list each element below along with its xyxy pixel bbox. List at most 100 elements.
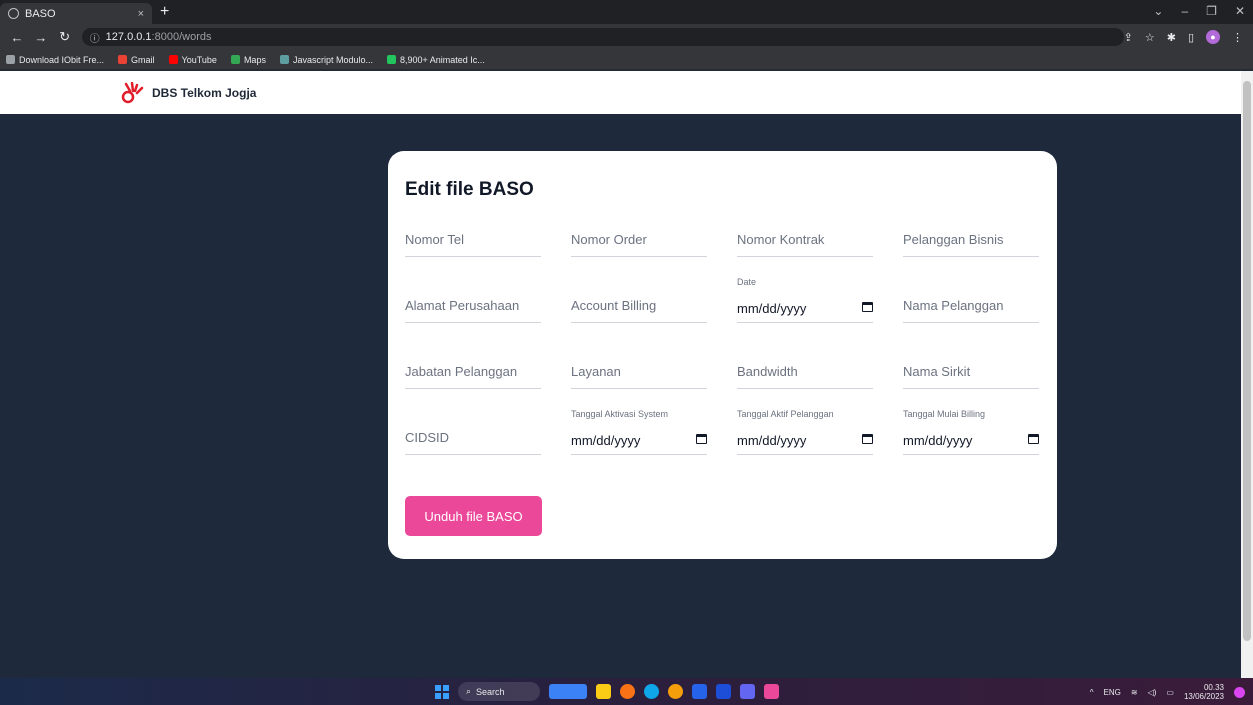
- share-icon[interactable]: ⇪: [1124, 31, 1133, 44]
- app-icon[interactable]: [740, 684, 755, 699]
- bookmark-item[interactable]: YouTube: [168, 55, 217, 65]
- date-value: mm/dd/yyyy: [737, 433, 807, 448]
- url-path: :8000/words: [151, 31, 212, 43]
- scrollbar-thumb[interactable]: [1243, 81, 1251, 641]
- chrome-icon[interactable]: [668, 684, 683, 699]
- pelanggan-bisnis-field[interactable]: Pelanggan Bisnis: [903, 221, 1039, 257]
- word-icon[interactable]: [716, 684, 731, 699]
- bookmark-item[interactable]: Download IObit Fre...: [6, 55, 104, 65]
- globe-icon: [8, 8, 19, 19]
- tab-search-icon[interactable]: ⌄: [1153, 4, 1163, 18]
- new-tab-button[interactable]: +: [160, 3, 169, 21]
- brand-name[interactable]: DBS Telkom Jogja: [152, 86, 256, 100]
- bookmark-star-icon[interactable]: ☆: [1145, 31, 1155, 44]
- minimize-icon[interactable]: –: [1181, 4, 1188, 18]
- bookmark-label: Gmail: [131, 54, 155, 65]
- bookmark-item[interactable]: 8,900+ Animated Ic...: [387, 55, 485, 65]
- site-info-icon[interactable]: ⓘ: [90, 30, 100, 45]
- tray-chevron-icon[interactable]: ^: [1090, 688, 1094, 697]
- browser-tab[interactable]: BASO ×: [0, 3, 152, 24]
- app-icon[interactable]: [764, 684, 779, 699]
- nomor-order-field[interactable]: Nomor Order: [571, 221, 707, 257]
- bookmark-item[interactable]: Maps: [230, 55, 266, 65]
- extensions-icon[interactable]: ✱: [1167, 31, 1176, 44]
- gmail-icon: [118, 55, 128, 64]
- tanggal-billing-field[interactable]: Tanggal Mulai Billing mm/dd/yyyy: [903, 409, 1039, 455]
- taskbar-search[interactable]: ⌕ Search: [458, 682, 540, 701]
- tanggal-aktivasi-field[interactable]: Tanggal Aktivasi System mm/dd/yyyy: [571, 409, 707, 455]
- field-placeholder: Nama Pelanggan: [903, 298, 1004, 313]
- menu-icon[interactable]: ⋮: [1232, 31, 1243, 44]
- jabatan-pelanggan-field[interactable]: Jabatan Pelanggan: [405, 353, 541, 389]
- bookmark-icon: [6, 55, 15, 64]
- bookmark-label: 8,900+ Animated Ic...: [400, 54, 485, 65]
- layanan-field[interactable]: Layanan: [571, 353, 707, 389]
- field-placeholder: Bandwidth: [737, 364, 798, 379]
- address-bar[interactable]: ⓘ 127.0.0.1 :8000/words: [81, 28, 1124, 46]
- calendar-icon[interactable]: [862, 302, 873, 312]
- field-placeholder: Alamat Perusahaan: [405, 298, 520, 313]
- field-placeholder: Jabatan Pelanggan: [405, 364, 518, 379]
- cidsid-field[interactable]: CIDSID: [405, 419, 541, 455]
- calendar-icon[interactable]: [696, 434, 707, 444]
- tab-title: BASO: [25, 7, 56, 20]
- youtube-icon: [168, 55, 178, 64]
- battery-icon[interactable]: ▭: [1166, 688, 1174, 697]
- vscode-icon[interactable]: [692, 684, 707, 699]
- account-billing-field[interactable]: Account Billing: [571, 287, 707, 323]
- tanggal-aktif-field[interactable]: Tanggal Aktif Pelanggan mm/dd/yyyy: [737, 409, 873, 455]
- field-placeholder: Layanan: [571, 364, 621, 379]
- date-value: mm/dd/yyyy: [903, 433, 973, 448]
- maps-icon: [230, 55, 240, 64]
- date-field[interactable]: Date mm/dd/yyyy: [737, 277, 873, 323]
- reload-icon[interactable]: ↻: [58, 29, 72, 45]
- restore-icon[interactable]: ❐: [1206, 4, 1217, 18]
- download-baso-button[interactable]: Unduh file BASO: [405, 496, 542, 536]
- nama-pelanggan-field[interactable]: Nama Pelanggan: [903, 287, 1039, 323]
- notification-icon[interactable]: [1234, 686, 1245, 698]
- app-header: DBS Telkom Jogja: [0, 71, 1241, 114]
- bookmark-item[interactable]: Gmail: [118, 55, 155, 65]
- field-label: Date: [737, 277, 757, 287]
- windows-start-icon[interactable]: [435, 684, 449, 699]
- close-window-icon[interactable]: ✕: [1235, 4, 1245, 18]
- nomor-tel-field[interactable]: Nomor Tel: [405, 221, 541, 257]
- firefox-icon[interactable]: [620, 684, 635, 699]
- calendar-icon[interactable]: [862, 434, 873, 444]
- back-icon[interactable]: ←: [10, 30, 24, 45]
- edge-icon[interactable]: [644, 684, 659, 699]
- date-value: mm/dd/yyyy: [737, 301, 807, 316]
- sidepanel-icon[interactable]: ▯: [1188, 31, 1194, 44]
- calendar-icon[interactable]: [1028, 434, 1039, 444]
- javascript-icon: [279, 55, 289, 64]
- profile-avatar[interactable]: ●: [1206, 30, 1220, 44]
- bookmark-label: Javascript Modulo...: [292, 54, 373, 65]
- windows-taskbar: ⌕ Search ^ ENG ≋ ◁) ▭ 00.33 13/06/2023: [0, 678, 1253, 705]
- window-controls: ⌄ – ❐ ✕: [1153, 4, 1245, 18]
- volume-icon[interactable]: ◁): [1148, 688, 1157, 697]
- wifi-icon[interactable]: ≋: [1131, 688, 1138, 697]
- clock-time: 00.33: [1203, 683, 1224, 692]
- file-explorer-icon[interactable]: [596, 684, 611, 699]
- clock-date: 13/06/2023: [1183, 692, 1224, 701]
- browser-toolbar: ← → ↻ ⓘ 127.0.0.1 :8000/words ⇪ ☆ ✱ ▯ ● …: [0, 24, 1253, 50]
- browser-tabbar: BASO × + ⌄ – ❐ ✕: [0, 0, 1253, 24]
- bookmark-item[interactable]: Javascript Modulo...: [279, 54, 373, 65]
- forward-icon[interactable]: →: [34, 30, 48, 45]
- bandwidth-field[interactable]: Bandwidth: [737, 353, 873, 389]
- system-clock[interactable]: 00.33 13/06/2023: [1184, 683, 1224, 701]
- field-placeholder: Account Billing: [571, 298, 657, 313]
- nomor-kontrak-field[interactable]: Nomor Kontrak: [737, 221, 873, 257]
- telkom-logo-icon[interactable]: [120, 81, 144, 104]
- nama-sirkit-field[interactable]: Nama Sirkit: [903, 353, 1039, 389]
- page-scrollbar[interactable]: [1241, 71, 1253, 678]
- field-placeholder: Nama Sirkit: [903, 364, 971, 379]
- widgets-icon[interactable]: [549, 684, 587, 699]
- search-label: Search: [476, 686, 505, 697]
- field-placeholder: Nomor Order: [571, 232, 647, 247]
- alamat-perusahaan-field[interactable]: Alamat Perusahaan: [405, 287, 541, 323]
- field-placeholder: Pelanggan Bisnis: [903, 232, 1004, 247]
- tab-close-icon[interactable]: ×: [138, 8, 144, 20]
- language-indicator[interactable]: ENG: [1104, 688, 1121, 697]
- animated-icons-icon: [387, 55, 396, 64]
